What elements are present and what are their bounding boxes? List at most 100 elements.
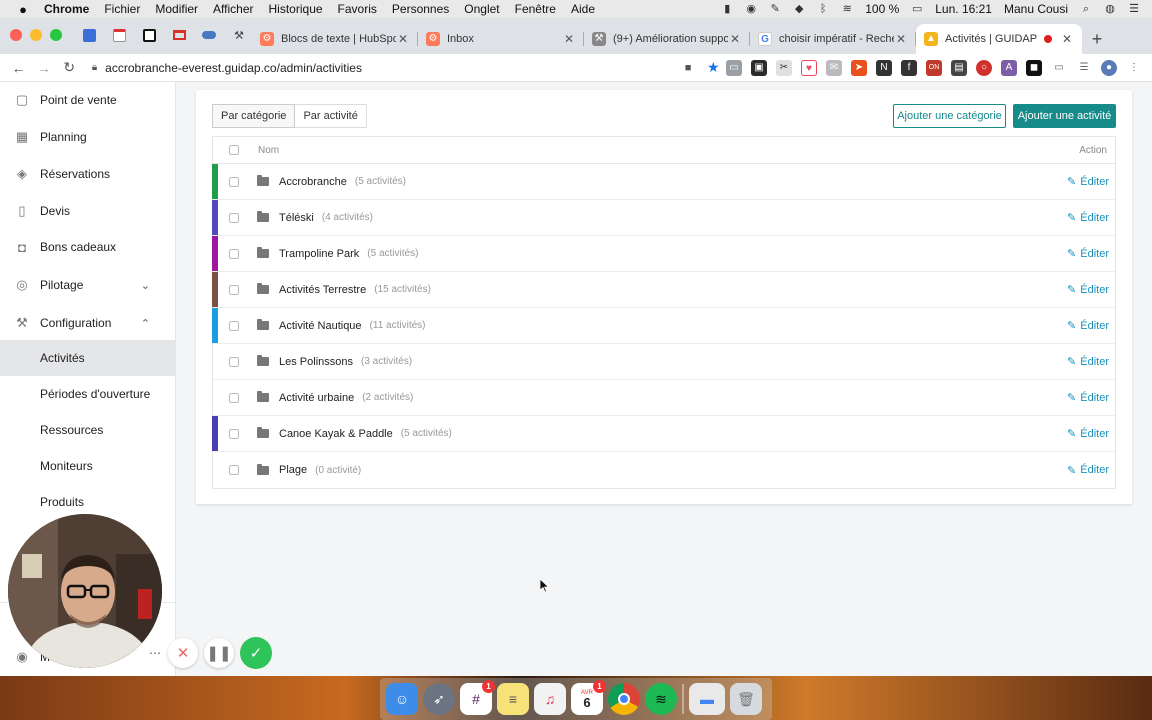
- slack-icon[interactable]: #1: [460, 680, 495, 715]
- sidebar-subitem-ressources[interactable]: Ressources: [0, 412, 176, 448]
- row-checkbox[interactable]: [229, 465, 239, 475]
- minimize-window-button[interactable]: [30, 29, 42, 41]
- close-tab-icon[interactable]: ✕: [1060, 32, 1074, 46]
- pocket-icon[interactable]: ♥: [801, 59, 817, 76]
- category-name[interactable]: Activités Terrestre: [279, 284, 366, 296]
- table-row[interactable]: Trampoline Park (5 activités) ✎ Éditer: [212, 236, 1115, 272]
- pinned-tab-gmail-icon[interactable]: [166, 24, 192, 46]
- edit-category-link[interactable]: ✎ Éditer: [1067, 175, 1109, 189]
- notes-icon[interactable]: ≡: [497, 683, 529, 715]
- table-row[interactable]: Téléski (4 activités) ✎ Éditer: [212, 200, 1115, 236]
- reload-icon[interactable]: ↻: [57, 59, 82, 76]
- menubar-user[interactable]: Manu Cousi: [1004, 2, 1068, 16]
- table-row[interactable]: Canoe Kayak & Paddle (5 activités) ✎ Éditer: [212, 416, 1115, 452]
- pinned-tab-drive-icon[interactable]: [196, 24, 222, 46]
- row-checkbox[interactable]: [229, 212, 239, 223]
- profile-avatar-icon[interactable]: ●: [1101, 59, 1117, 76]
- edit-category-link[interactable]: ✎ Éditer: [1067, 464, 1109, 477]
- row-checkbox[interactable]: [229, 248, 239, 259]
- extension-a-icon[interactable]: A: [1001, 59, 1017, 76]
- close-window-button[interactable]: [10, 29, 22, 41]
- edit-category-link[interactable]: ✎ Éditer: [1067, 427, 1109, 441]
- menu-personnes[interactable]: Personnes: [392, 2, 449, 16]
- extension-screen-icon[interactable]: ▣: [751, 59, 767, 76]
- new-tab-button[interactable]: +: [1082, 24, 1112, 54]
- category-name[interactable]: Activité urbaine: [279, 392, 354, 404]
- edit-category-link[interactable]: ✎ Éditer: [1067, 211, 1109, 225]
- close-tab-icon[interactable]: ✕: [396, 32, 410, 46]
- table-row[interactable]: Plage (0 activité) ✎ Éditer: [213, 452, 1115, 488]
- minimized-chrome-window-icon[interactable]: ▬: [689, 683, 725, 715]
- add-category-button[interactable]: Ajouter une catégorie: [893, 104, 1006, 128]
- row-checkbox[interactable]: [229, 320, 239, 331]
- siri-icon[interactable]: ◍: [1104, 3, 1116, 15]
- browser-menu-icon[interactable]: ⋮: [1126, 59, 1142, 76]
- row-checkbox[interactable]: [229, 176, 239, 187]
- menu-favoris[interactable]: Favoris: [338, 2, 377, 16]
- battery-icon[interactable]: ▭: [911, 3, 923, 15]
- trash-icon[interactable]: 🗑︎: [730, 683, 762, 715]
- menu-fichier[interactable]: Fichier: [104, 2, 140, 16]
- bluetooth-icon[interactable]: ᛒ: [817, 3, 829, 15]
- table-row[interactable]: Accrobranche (5 activités) ✎ Éditer: [212, 164, 1115, 200]
- sidebar-item-bons-cadeaux[interactable]: ◘ Bons cadeaux: [0, 229, 176, 265]
- tab-amelioration-support[interactable]: ⚒ (9+) Amélioration suppor ✕: [584, 24, 750, 54]
- bookmark-star-icon[interactable]: ★: [701, 59, 726, 76]
- edit-category-link[interactable]: ✎ Éditer: [1067, 391, 1109, 405]
- sidebar-item-pilotage[interactable]: ◎ Pilotage ⌄: [0, 267, 176, 303]
- pinned-tab-notion-icon[interactable]: [136, 24, 162, 46]
- edit-category-link[interactable]: ✎ Éditer: [1067, 355, 1109, 369]
- sidebar-subitem-periodes-ouverture[interactable]: Périodes d'ouverture: [0, 376, 176, 412]
- category-name[interactable]: Téléski: [279, 212, 314, 224]
- cancel-recording-button[interactable]: ✕: [168, 638, 198, 668]
- screen-record-icon[interactable]: ◉: [745, 3, 757, 15]
- sidebar-item-reservations[interactable]: ◈ Réservations: [0, 156, 176, 192]
- category-name[interactable]: Activité Nautique: [279, 320, 362, 332]
- table-row[interactable]: Activités Terrestre (15 activités) ✎ Éditer: [212, 272, 1115, 308]
- table-row[interactable]: Les Polinssons (3 activités) ✎ Éditer: [213, 344, 1115, 380]
- apple-menu-icon[interactable]: ●: [16, 2, 30, 17]
- extension-circle-icon[interactable]: ○: [976, 59, 992, 76]
- address-bar[interactable]: 🔒︎ accrobranche-everest.guidap.co/admin/…: [92, 61, 676, 75]
- tab-activites-guidap[interactable]: ▲ Activités | GUIDAP ✕: [916, 24, 1082, 54]
- menu-historique[interactable]: Historique: [269, 2, 323, 16]
- calendar-icon[interactable]: AVR 6 1: [571, 680, 606, 715]
- extension-tools-icon[interactable]: ✂: [776, 59, 792, 76]
- menubar-clock[interactable]: Lun. 16:21: [935, 2, 992, 16]
- cast-icon[interactable]: ▭: [1051, 59, 1067, 76]
- category-name[interactable]: Canoe Kayak & Paddle: [279, 428, 393, 440]
- sidebar-item-point-de-vente[interactable]: ▢ Point de vente: [0, 82, 176, 118]
- menu-onglet[interactable]: Onglet: [464, 2, 499, 16]
- row-checkbox[interactable]: [229, 428, 239, 439]
- spotify-icon[interactable]: ≋: [645, 683, 677, 715]
- notification-center-icon[interactable]: ☰: [1128, 3, 1140, 15]
- forward-arrow-icon[interactable]: →: [31, 60, 56, 76]
- menu-aide[interactable]: Aide: [571, 2, 595, 16]
- chrome-icon[interactable]: [608, 683, 640, 715]
- segment-par-activite[interactable]: Par activité: [295, 104, 367, 128]
- pinned-tab-google-calendar-icon[interactable]: [76, 24, 102, 46]
- add-activity-button[interactable]: Ajouter une activité: [1013, 104, 1116, 128]
- microphone-icon[interactable]: ▮: [721, 3, 733, 15]
- category-name[interactable]: Accrobranche: [279, 176, 347, 188]
- launchpad-icon[interactable]: ➶: [423, 683, 455, 715]
- back-arrow-icon[interactable]: ←: [6, 60, 31, 76]
- shield-icon[interactable]: ◆: [793, 3, 805, 15]
- sidebar-subitem-activites[interactable]: Activités: [0, 340, 176, 376]
- select-all-checkbox[interactable]: [229, 145, 239, 155]
- tab-inbox[interactable]: ⚙ Inbox ✕: [418, 24, 584, 54]
- row-checkbox[interactable]: [229, 392, 239, 403]
- segment-par-categorie[interactable]: Par catégorie: [212, 104, 296, 128]
- category-name[interactable]: Trampoline Park: [279, 248, 359, 260]
- extension-f-icon[interactable]: f: [901, 59, 917, 76]
- itunes-icon[interactable]: ♫: [534, 683, 566, 715]
- extension-n-icon[interactable]: N: [876, 59, 892, 76]
- edit-category-link[interactable]: ✎ Éditer: [1067, 319, 1109, 333]
- tab-google-search[interactable]: G choisir impératif - Recher ✕: [750, 24, 916, 54]
- extension-box-icon[interactable]: ▤: [951, 59, 967, 76]
- sidebar-item-planning[interactable]: ▦ Planning: [0, 119, 176, 155]
- table-row[interactable]: Activité Nautique (11 activités) ✎ Éditer: [212, 308, 1115, 344]
- row-checkbox[interactable]: [229, 356, 239, 367]
- tab-hubspot-text-blocks[interactable]: ⚙ Blocs de texte | HubSpot ✕: [252, 24, 418, 54]
- category-name[interactable]: Plage: [279, 464, 307, 476]
